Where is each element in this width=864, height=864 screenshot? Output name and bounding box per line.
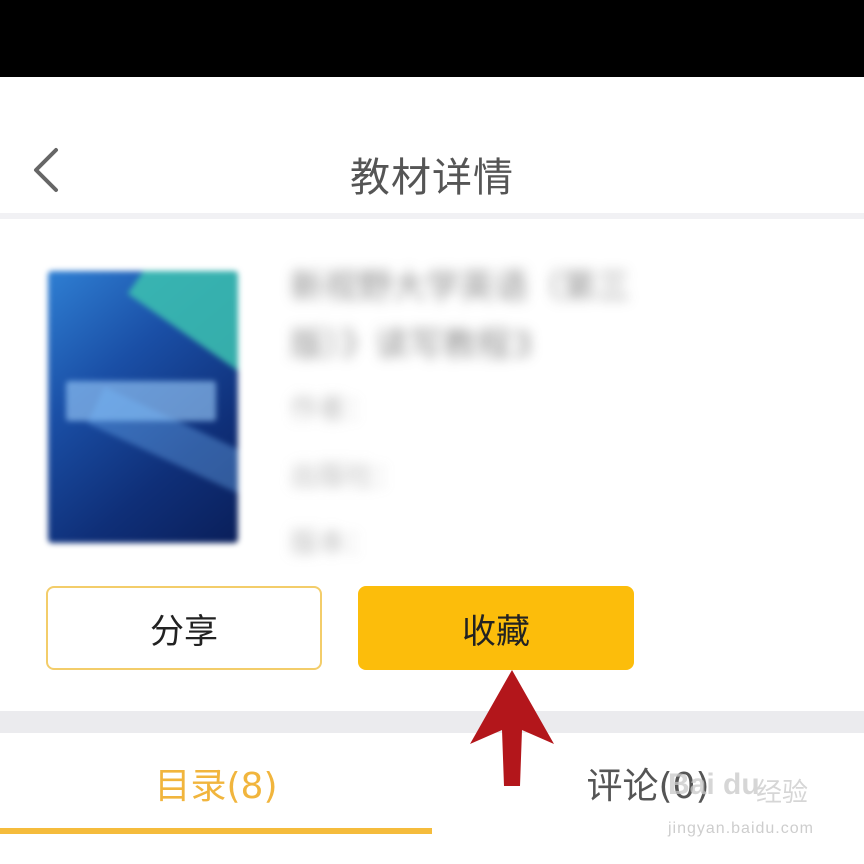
watermark-url: jingyan.baidu.com — [668, 820, 814, 837]
book-details-blurred: 新视野大学英语（第三 版）》读写教程3 作者： 出版社： 版本： — [290, 259, 730, 559]
baidu-jingyan-watermark: Bai du 经验 jingyan.baidu.com — [668, 768, 818, 848]
watermark-brand: Bai du — [668, 768, 760, 801]
share-button[interactable]: 分享 — [46, 586, 322, 670]
book-author: 作者： — [290, 392, 375, 425]
status-bar — [0, 0, 864, 77]
book-info-section: 新视野大学英语（第三 版）》读写教程3 作者： 出版社： 版本： 分享 收藏 — [0, 219, 864, 711]
watermark-text: 经验 — [756, 778, 809, 808]
book-cover-image[interactable] — [48, 271, 238, 543]
book-publisher: 出版社： — [290, 459, 403, 492]
book-title-line-2: 版）》读写教程3 — [290, 325, 533, 365]
annotation-arrow-icon — [470, 670, 554, 786]
book-edition: 版本： — [290, 526, 375, 559]
page-title: 教材详情 — [350, 155, 514, 201]
section-separator — [0, 711, 864, 733]
tab-catalog[interactable]: 目录(8) — [0, 733, 432, 833]
favorite-button[interactable]: 收藏 — [358, 586, 634, 670]
active-tab-indicator — [0, 828, 432, 834]
book-title-line-1: 新视野大学英语（第三 — [290, 267, 630, 307]
